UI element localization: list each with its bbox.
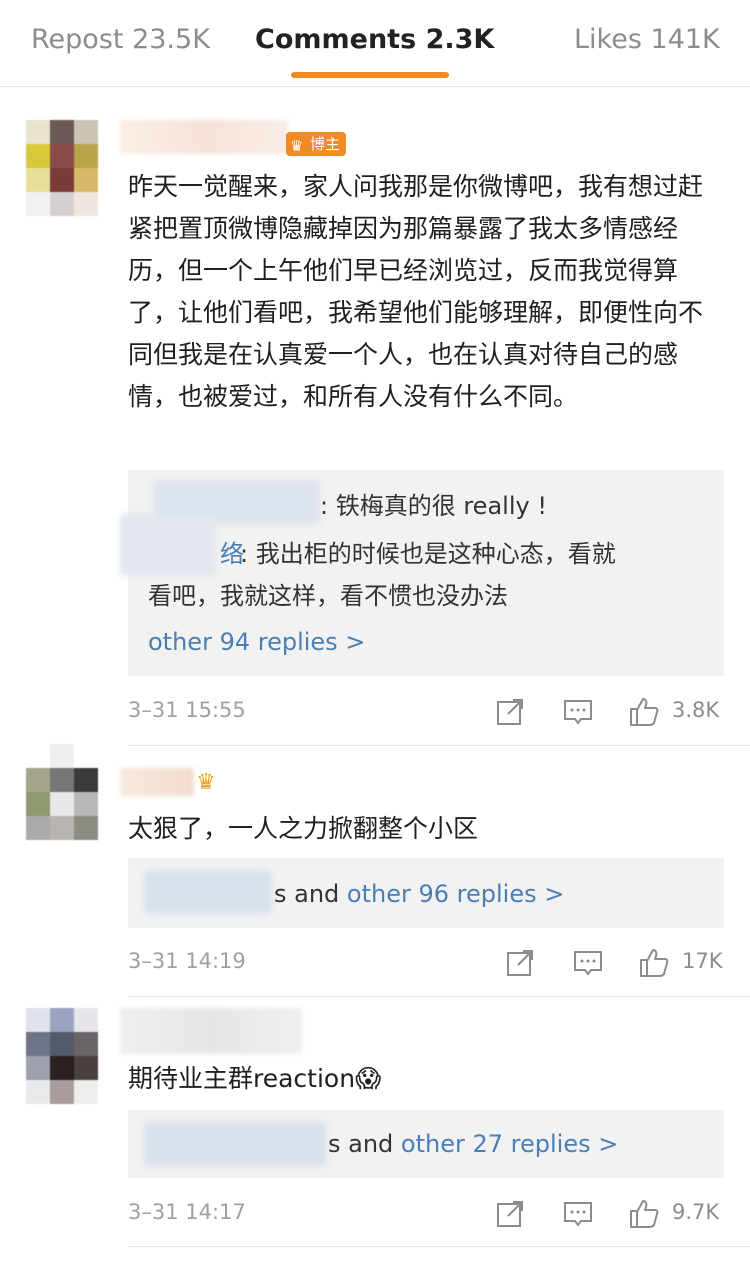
tab-repost[interactable]: Repost 23.5K (31, 24, 210, 55)
comment-text: 太狠了，一人之力掀翻整个小区 (128, 814, 479, 843)
reply-text: : 铁梅真的很 really ! (320, 492, 547, 520)
reply-suffix: s and (328, 1130, 401, 1158)
avatar[interactable] (26, 744, 98, 840)
reply-username-redacted (120, 514, 216, 576)
comment-icon[interactable] (562, 1198, 594, 1230)
tab-likes-label: Likes (574, 24, 642, 55)
comment-divider (128, 745, 750, 746)
more-replies-text: s and other 96 replies > (274, 872, 564, 916)
comment-icon[interactable] (572, 947, 604, 979)
tab-comments-label: Comments (255, 24, 417, 55)
thumbs-up-icon[interactable] (638, 947, 670, 979)
tab-repost-label: Repost (31, 24, 124, 55)
username-redacted[interactable] (120, 1008, 302, 1054)
author-badge-label: 博主 (310, 135, 341, 153)
tab-likes-count: 141K (650, 24, 720, 55)
tab-bar: Repost 23.5K Comments 2.3K Likes 141K (0, 0, 750, 87)
reply-preview[interactable]: s and other 27 replies > (128, 1110, 724, 1178)
repost-icon[interactable] (494, 1198, 526, 1230)
comment-icon[interactable] (562, 696, 594, 728)
comment-text: 昨天一觉醒来，家人问我那是你微博吧，我有想过赶紧把置顶微博隐藏掉因为那篇暴露了我… (128, 172, 704, 411)
crown-icon: ♛ (290, 137, 304, 155)
reply-preview[interactable]: : 铁梅真的很 really ! 络 : 我出柜的时候也是这种心态，看就 看吧，… (120, 470, 724, 676)
more-replies-text: s and other 27 replies > (328, 1122, 618, 1166)
more-replies-link[interactable]: other 94 replies > (148, 620, 365, 664)
reply-suffix: s and (274, 880, 347, 908)
thumbs-up-icon[interactable] (628, 696, 660, 728)
tab-repost-count: 23.5K (132, 24, 210, 55)
author-badge: ♛ 博主 (286, 132, 347, 156)
reply-username-redacted (144, 870, 272, 914)
repost-icon[interactable] (504, 947, 536, 979)
active-tab-indicator (291, 72, 449, 78)
like-count: 17K (682, 949, 723, 973)
more-replies-link[interactable]: other 96 replies > (347, 880, 564, 908)
thumbs-up-icon[interactable] (628, 1198, 660, 1230)
comment-meta: 3–31 15:55 3.8K (128, 692, 724, 732)
comment-text: 期待业主群reaction😱 (128, 1064, 382, 1093)
reply-text: 看吧，我就这样，看不惯也没办法 (148, 582, 508, 610)
comment-timestamp: 3–31 14:17 (128, 1200, 246, 1224)
more-replies-link[interactable]: other 27 replies > (401, 1130, 618, 1158)
reply-username-redacted (144, 1122, 326, 1166)
reply-text: : 我出柜的时候也是这种心态，看就 (240, 540, 616, 568)
username-redacted[interactable] (120, 120, 288, 154)
avatar[interactable] (26, 120, 98, 216)
like-count: 9.7K (672, 1200, 720, 1224)
comment-meta: 3–31 14:19 17K (128, 943, 724, 983)
reply-preview[interactable]: s and other 96 replies > (128, 858, 724, 928)
comment-divider (128, 1246, 750, 1247)
tab-comments[interactable]: Comments 2.3K (255, 24, 494, 55)
crown-icon: ♛ (196, 770, 216, 795)
comment-timestamp: 3–31 14:19 (128, 949, 246, 973)
tab-likes[interactable]: Likes 141K (574, 24, 720, 55)
like-count: 3.8K (672, 698, 720, 722)
repost-icon[interactable] (494, 696, 526, 728)
comment-meta: 3–31 14:17 9.7K (128, 1194, 724, 1234)
username-redacted[interactable] (120, 768, 194, 796)
comment-divider (128, 996, 750, 997)
avatar[interactable] (26, 1008, 98, 1104)
comment-timestamp: 3–31 15:55 (128, 698, 246, 722)
tab-comments-count: 2.3K (425, 24, 495, 55)
